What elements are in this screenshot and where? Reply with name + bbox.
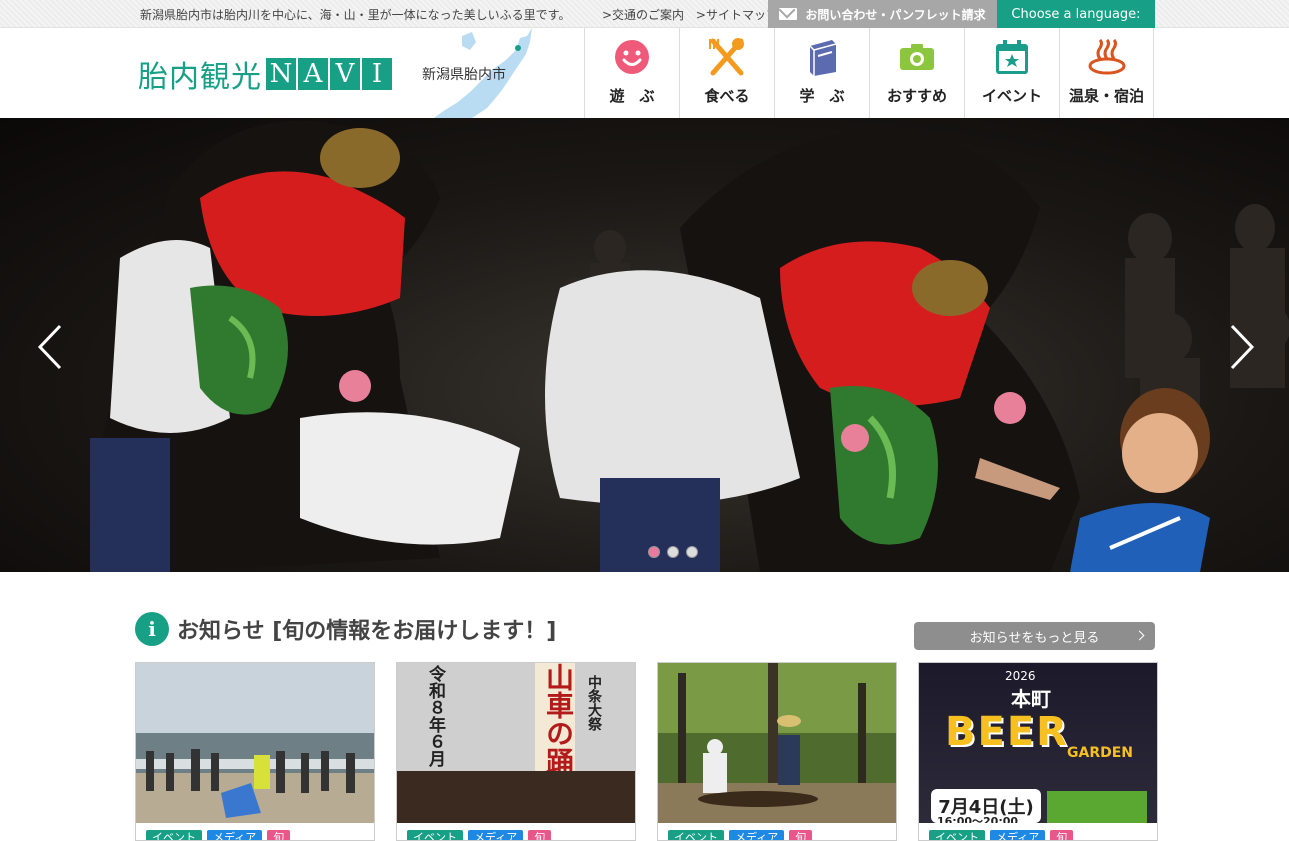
chevron-right-icon	[1134, 630, 1145, 641]
top-links: >交通のご案内 >サイトマップ	[602, 6, 786, 23]
tag-media[interactable]: メディア	[207, 830, 263, 840]
nav-label: おすすめ	[886, 87, 947, 105]
tag-season[interactable]: 旬	[528, 830, 552, 840]
logo-letter: V	[330, 58, 360, 90]
tag-media[interactable]: メディア	[468, 830, 524, 840]
poster-festival: 中条大祭	[586, 675, 602, 731]
poster-garden: GARDEN	[1067, 745, 1134, 761]
nav-event[interactable]: イベント	[964, 28, 1059, 118]
nav-learn[interactable]: 学 ぶ	[774, 28, 869, 118]
site-tagline: 新潟県胎内市は胎内川を中心に、海・山・里が一体になった美しいふる里です。	[140, 8, 571, 22]
logo-navi: N A V I	[266, 58, 394, 90]
hot-spring-icon	[1087, 37, 1127, 77]
site-logo[interactable]: 胎内観光 N A V I	[138, 52, 394, 96]
slide-dot[interactable]	[686, 546, 698, 558]
tag-event[interactable]: イベント	[668, 830, 724, 840]
nav-onsen[interactable]: 温泉・宿泊	[1059, 28, 1154, 118]
more-news-button[interactable]: お知らせをもっと見る	[914, 622, 1155, 650]
hero-slideshow[interactable]	[0, 118, 1289, 572]
slide-dot[interactable]	[648, 546, 660, 558]
slide-dot[interactable]	[667, 546, 679, 558]
nav-eat[interactable]: 食べる	[679, 28, 774, 118]
logo-letter: I	[362, 58, 392, 90]
card-tags: イベント メディア 旬	[668, 830, 813, 840]
nav-label: 学 ぶ	[799, 87, 845, 105]
tag-season[interactable]: 旬	[789, 830, 813, 840]
poster-year: 2026	[1005, 669, 1036, 683]
sitemap-link[interactable]: >サイトマップ	[696, 8, 778, 22]
language-selector[interactable]: Choose a language:	[997, 0, 1155, 28]
lion-dance-photo	[90, 120, 1289, 572]
tag-media[interactable]: メディア	[729, 830, 785, 840]
news-card[interactable]: 令和８年６月 山車の踊り 中条大祭 イベント メディア 旬	[396, 662, 636, 841]
logo-text: 胎内観光	[138, 60, 262, 95]
news-title: お知らせ [旬の情報をお届けします！]	[177, 619, 557, 644]
nav-label: 遊 ぶ	[609, 87, 655, 105]
smile-icon	[612, 37, 652, 77]
access-link[interactable]: >交通のご案内	[602, 8, 684, 22]
fork-spoon-icon	[707, 37, 747, 77]
news-cards: イベント メディア 旬 令和８年６月 山車の踊り 中条大祭 イベント メディア …	[135, 662, 1158, 841]
tag-season[interactable]: 旬	[1050, 830, 1074, 840]
site-header: 胎内観光 N A V I 新潟県胎内市 遊 ぶ 食べる 学 ぶ おすすめ イベン…	[0, 28, 1289, 118]
book-icon	[802, 37, 842, 77]
news-card[interactable]: イベント メディア 旬	[657, 662, 897, 841]
tag-media[interactable]: メディア	[990, 830, 1046, 840]
top-bar: 新潟県胎内市は胎内川を中心に、海・山・里が一体になった美しいふる里です。 >交通…	[0, 0, 1289, 28]
camera-icon	[897, 37, 937, 77]
logo-letter: A	[298, 58, 328, 90]
tag-season[interactable]: 旬	[267, 830, 291, 840]
festival-poster: 令和８年６月 山車の踊り 中条大祭	[397, 663, 635, 823]
more-news-label: お知らせをもっと見る	[969, 630, 1100, 646]
poster-map	[1047, 791, 1147, 823]
contact-button[interactable]: お問い合わせ・パンフレット請求	[768, 0, 997, 28]
mail-icon	[779, 8, 798, 20]
card-tags: イベント メディア 旬	[407, 830, 552, 840]
poster-time: 16:00〜20:00	[937, 815, 1019, 823]
nav-label: イベント	[981, 87, 1042, 105]
tag-event[interactable]: イベント	[146, 830, 202, 840]
nav-play[interactable]: 遊 ぶ	[584, 28, 679, 118]
card-tags: イベント メディア 旬	[929, 830, 1074, 840]
poster-beer: BEER	[945, 709, 1069, 755]
tag-event[interactable]: イベント	[929, 830, 985, 840]
contact-label: お問い合わせ・パンフレット請求	[805, 7, 986, 22]
nav-label: 食べる	[704, 87, 750, 105]
info-icon: i	[135, 612, 169, 646]
logo-letter: N	[266, 58, 296, 90]
nav-label: 温泉・宿泊	[1068, 87, 1144, 105]
nav-recommend[interactable]: おすすめ	[869, 28, 964, 118]
next-slide-arrow[interactable]	[1228, 322, 1258, 372]
main-nav: 遊 ぶ 食べる 学 ぶ おすすめ イベント 温泉・宿泊	[584, 28, 1154, 118]
news-card[interactable]: 2026 本町 BEER GARDEN 7月4日(土) 16:00〜20:00 …	[918, 662, 1158, 841]
calendar-icon	[992, 37, 1032, 77]
prev-slide-arrow[interactable]	[34, 322, 64, 372]
beach-photo	[136, 663, 374, 823]
card-tags: イベント メディア 旬	[146, 830, 291, 840]
poster-town: 本町	[1011, 687, 1051, 711]
news-card[interactable]: イベント メディア 旬	[135, 662, 375, 841]
poster-date: 令和８年６月	[425, 665, 445, 767]
news-header: i お知らせ [旬の情報をお届けします！]	[135, 612, 556, 646]
poster-crowd	[397, 771, 635, 823]
beer-garden-poster: 2026 本町 BEER GARDEN 7月4日(土) 16:00〜20:00	[919, 663, 1157, 823]
logo-subtitle: 新潟県胎内市	[422, 67, 506, 83]
forest-ceremony-photo	[658, 663, 896, 823]
slide-dots	[648, 546, 698, 558]
tag-event[interactable]: イベント	[407, 830, 463, 840]
